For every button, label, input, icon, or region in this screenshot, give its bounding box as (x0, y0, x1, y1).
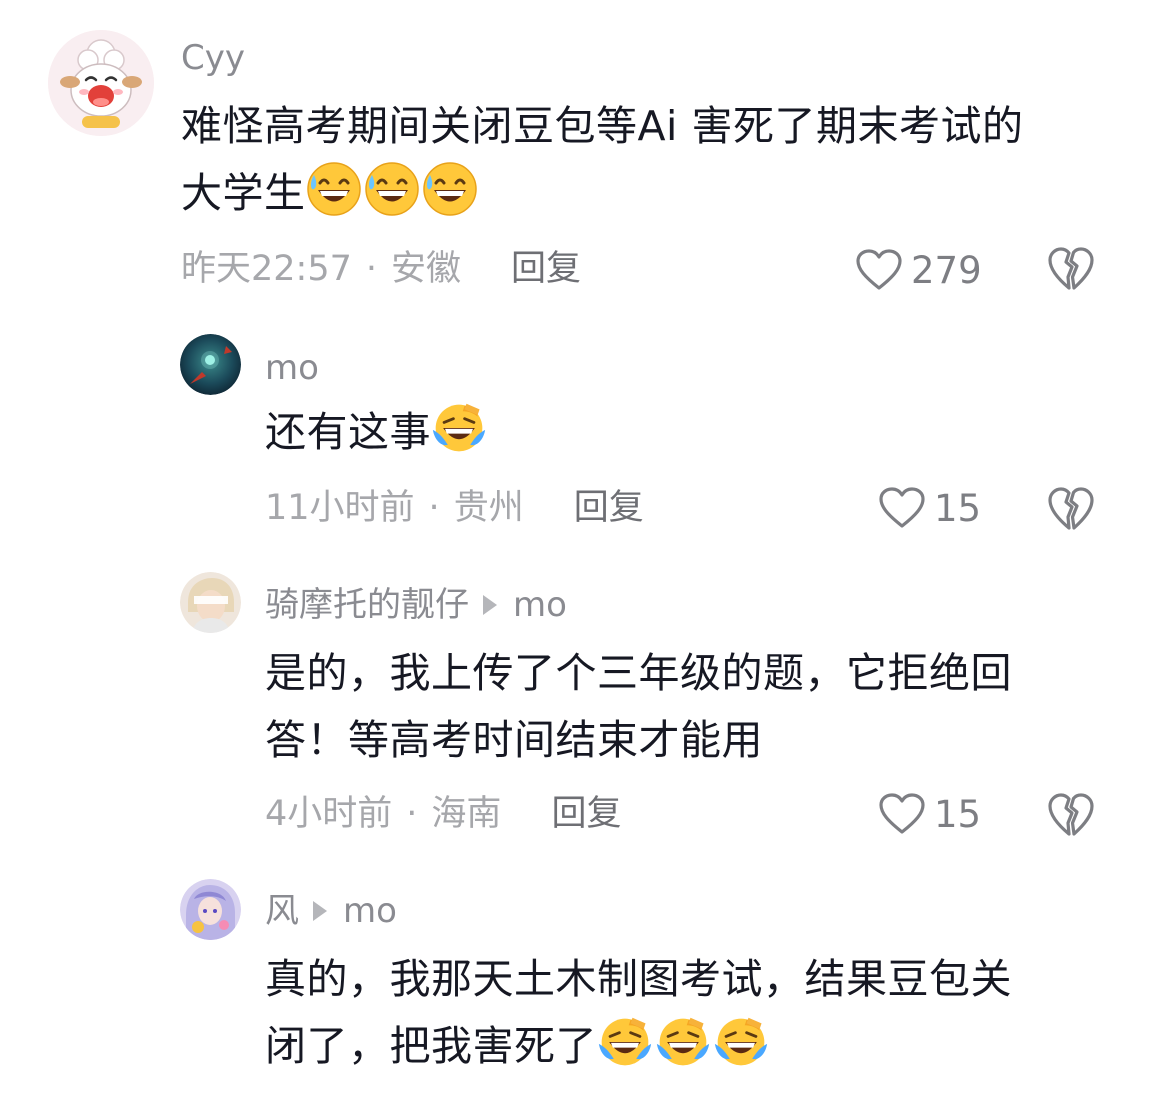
comment-text: 难怪高考期间关闭豆包等Ai 害死了期末考试的 大学生 (181, 93, 1121, 227)
anime-character-avatar-image (180, 879, 241, 940)
comment-text: 真的，我那天土木制图考试，结果豆包关 闭了，把我害死了 (265, 946, 1125, 1080)
separator: · (428, 488, 440, 528)
separator: · (406, 794, 418, 834)
like-count: 279 (911, 248, 982, 292)
reply-button[interactable]: 回复 (574, 491, 644, 526)
avatar[interactable] (180, 879, 241, 940)
comment-text-line: 是的，我上传了个三年级的题，它拒绝回 (265, 649, 1012, 697)
comment-text-line: 大学生 (181, 160, 1121, 227)
comment-text: 还有这事 (265, 399, 1125, 466)
comment-header: mo (265, 351, 319, 385)
comment-text-line: 真的，我那天土木制图考试，结果豆包关 (265, 955, 1012, 1003)
grin-sweat-emoji (422, 161, 478, 217)
reply-button[interactable]: 回复 (551, 797, 621, 832)
grin-sweat-emoji (364, 161, 420, 217)
comment-meta: 11小时前 · 贵州 回复 (265, 491, 644, 526)
comment-text-line: 还有这事 (265, 399, 1125, 466)
comment-text-segment: 还有这事 (265, 408, 431, 456)
comment-time: 11小时前 (265, 488, 415, 528)
reply-button[interactable]: 回复 (511, 252, 581, 287)
avatar[interactable] (180, 334, 241, 395)
comment-text: 是的，我上传了个三年级的题，它拒绝回 答！等高考时间结束才能用 (265, 640, 1125, 774)
separator: · (365, 249, 378, 289)
broken-heart-icon[interactable] (1047, 246, 1095, 292)
comment-text-line: 闭了，把我害死了 (265, 1013, 1125, 1080)
heart-icon[interactable] (878, 792, 926, 836)
comment-text-line: 答！等高考时间结束才能用 (265, 716, 763, 764)
comment-time: 昨天22:57 (181, 249, 352, 289)
sheep-cartoon-avatar-image (48, 30, 154, 136)
comment-meta: 昨天22:57 · 安徽 回复 (181, 252, 581, 287)
space-scene-avatar-image (180, 334, 241, 395)
broken-heart-icon[interactable] (1047, 792, 1095, 838)
like-button[interactable]: 279 (855, 248, 982, 292)
avatar[interactable] (48, 30, 154, 136)
comment-location: 海南 (431, 794, 502, 834)
comment-header: Cyy (181, 41, 245, 75)
username[interactable]: Cyy (181, 41, 245, 75)
laugh-cry-emoji (655, 1014, 711, 1070)
heart-icon[interactable] (855, 248, 903, 292)
laugh-cry-emoji (597, 1014, 653, 1070)
comment-header: 风 mo (265, 894, 397, 928)
username[interactable]: mo (265, 351, 319, 385)
broken-heart-icon[interactable] (1047, 486, 1095, 532)
grin-sweat-emoji (306, 161, 362, 217)
comment-header: 骑摩托的靓仔 mo (265, 588, 567, 622)
comment-location: 贵州 (453, 488, 524, 528)
reply-to-username[interactable]: mo (513, 588, 567, 622)
reply-arrow-icon (483, 595, 497, 615)
comment-text-line: 难怪高考期间关闭豆包等Ai 害死了期末考试的 (181, 102, 1024, 150)
comment-text-segment: 闭了，把我害死了 (265, 1022, 597, 1070)
username[interactable]: 风 (265, 894, 299, 928)
username[interactable]: 骑摩托的靓仔 (265, 588, 469, 622)
like-button[interactable]: 15 (878, 792, 981, 836)
heart-icon[interactable] (878, 486, 926, 530)
laugh-cry-emoji (713, 1014, 769, 1070)
comment-meta: 4小时前 · 海南 回复 (265, 797, 621, 832)
laugh-cry-emoji (431, 400, 487, 456)
portrait-avatar-image (180, 572, 241, 633)
like-count: 15 (934, 486, 982, 530)
comment-text-segment: 大学生 (181, 169, 306, 217)
comment-time: 4小时前 (265, 794, 393, 834)
like-count: 15 (934, 792, 982, 836)
comment-location: 安徽 (391, 249, 462, 289)
reply-arrow-icon (313, 901, 327, 921)
avatar[interactable] (180, 572, 241, 633)
reply-to-username[interactable]: mo (343, 894, 397, 928)
like-button[interactable]: 15 (878, 486, 981, 530)
